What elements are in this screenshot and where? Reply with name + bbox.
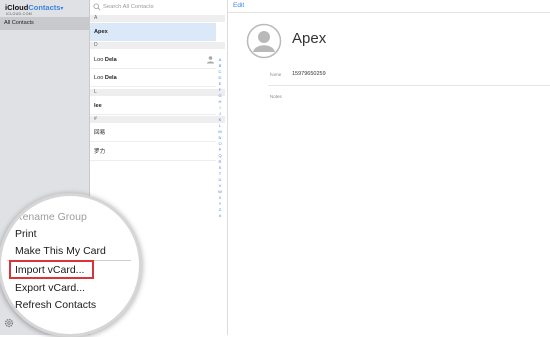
field-divider: [268, 85, 550, 86]
menu-item-import-vcard[interactable]: Import vCard...: [15, 264, 84, 276]
menu-item-export-vcard[interactable]: Export vCard...: [15, 282, 85, 294]
contact-row-cjk-2[interactable]: 罗力: [90, 143, 216, 161]
contact-name: lee: [94, 103, 102, 109]
section-header-d: D: [90, 42, 225, 49]
contact-row-apex[interactable]: Apex: [90, 23, 216, 41]
contact-last-name: Dela: [104, 75, 117, 81]
contact-first-name: Loo: [94, 75, 104, 81]
alphabet-index[interactable]: A B C D E F G H I J K L M N O P Q R S T U V W X Y Z #: [216, 57, 224, 219]
menu-item-refresh-contacts[interactable]: Refresh Contacts: [15, 299, 96, 311]
section-header-hash: #: [90, 116, 225, 123]
brand-subtitle: ICLOUD.COM: [6, 12, 32, 16]
magnified-settings-menu: Rename Group Print Make This My Card Imp…: [0, 193, 142, 337]
contact-last-name: Dela: [104, 57, 117, 63]
section-header-l: L: [90, 89, 225, 96]
search-field[interactable]: Search All Contacts: [92, 2, 222, 12]
person-silhouette-icon: [246, 23, 282, 59]
brand-icloud: iCloud: [5, 3, 29, 12]
edit-button[interactable]: Edit: [233, 2, 244, 9]
header-divider: [228, 12, 550, 13]
index-letter[interactable]: #: [216, 213, 224, 219]
phone-value[interactable]: 15979650259: [292, 71, 326, 77]
person-card-icon: [207, 56, 214, 64]
contact-row-lee[interactable]: lee: [90, 97, 216, 115]
phone-label: home: [270, 72, 282, 77]
search-placeholder: Search All Contacts: [103, 4, 154, 10]
chevron-down-icon[interactable]: ▾: [60, 6, 63, 12]
contact-row-cjk-1[interactable]: 回易: [90, 124, 216, 142]
contact-row-loo-dela-2[interactable]: Loo Dela: [90, 69, 216, 87]
menu-item-print[interactable]: Print: [15, 228, 37, 240]
menu-item-rename-group[interactable]: Rename Group: [15, 211, 87, 223]
menu-item-make-this-my-card[interactable]: Make This My Card: [15, 245, 106, 257]
section-header-a: A: [90, 15, 225, 22]
brand-contacts: Contacts: [28, 3, 61, 12]
contact-name: 罗力: [94, 149, 106, 155]
sidebar-item-all-contacts[interactable]: All Contacts: [0, 17, 89, 30]
contact-name: 回易: [94, 130, 106, 136]
gear-icon[interactable]: [4, 318, 14, 328]
notes-label: Notes: [270, 94, 282, 99]
contact-first-name: Loo: [94, 57, 104, 63]
contact-row-loo-dela[interactable]: Loo Dela: [90, 51, 216, 69]
contact-name: Apex: [94, 29, 108, 35]
contact-name-title: Apex: [292, 30, 327, 47]
search-icon: [93, 3, 101, 11]
